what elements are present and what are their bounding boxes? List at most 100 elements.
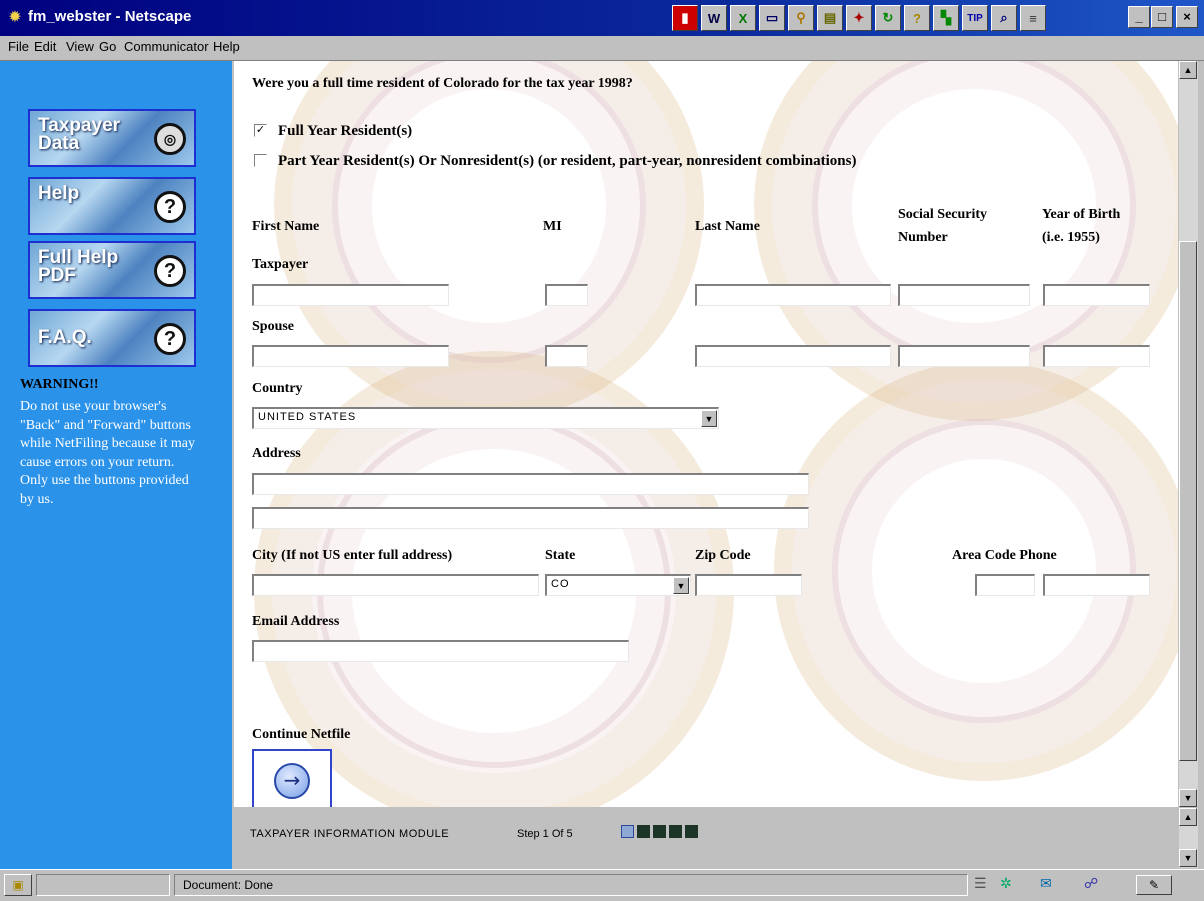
excel-icon[interactable]: X — [730, 5, 756, 31]
address-line1-input[interactable] — [252, 473, 809, 495]
content-scrollbar[interactable]: ▲ ▼ — [1179, 61, 1198, 807]
offline-icon[interactable]: ☰ — [974, 876, 987, 893]
taxpayer-ssn-input[interactable] — [898, 284, 1030, 306]
disc-icon: ◎ — [154, 123, 186, 155]
spouse-last-name-input[interactable] — [695, 345, 891, 367]
city-label: City (If not US enter full address) — [252, 548, 453, 563]
warning-text: Do not use your browser's "Back" and "Fo… — [20, 399, 195, 507]
notepad-icon[interactable]: ≡ — [1020, 5, 1046, 31]
ssn-header-line1: Social Security — [898, 207, 988, 222]
full-year-label: Full Year Resident(s) — [278, 123, 413, 139]
watermark-seal — [774, 361, 1178, 781]
yob-header-line1: Year of Birth — [1042, 207, 1121, 222]
spouse-yob-input[interactable] — [1043, 345, 1150, 367]
spouse-first-name-input[interactable] — [252, 345, 449, 367]
phone-input[interactable] — [1043, 574, 1150, 596]
mail-icon[interactable]: ✉ — [1040, 876, 1052, 893]
title-bar: ✹ fm_webster - Netscape ▮ W X ▭ ⚲ ▤ ✦ ↻ … — [0, 0, 1204, 36]
status-text: Document: Done — [183, 878, 274, 892]
spouse-mi-input[interactable] — [545, 345, 588, 367]
part-year-checkbox[interactable] — [254, 154, 267, 167]
area-code-input[interactable] — [975, 574, 1035, 596]
menu-go[interactable]: Go — [99, 39, 116, 54]
arrow-right-icon: → — [274, 763, 310, 799]
menu-communicator[interactable]: Communicator — [124, 39, 209, 54]
continue-button[interactable]: → — [252, 749, 332, 807]
tip-icon[interactable]: TIP — [962, 5, 988, 31]
question-icon: ? — [154, 191, 186, 223]
scroll-up-button[interactable]: ▲ — [1179, 808, 1197, 826]
colorful-icon[interactable]: ✦ — [846, 5, 872, 31]
window-title: fm_webster - Netscape — [28, 8, 192, 25]
continue-label: Continue Netfile — [252, 727, 351, 742]
step-text: Step 1 Of 5 — [517, 828, 573, 840]
security-lock-icon[interactable]: ▣ — [4, 874, 32, 896]
help-bulb-icon[interactable]: ? — [904, 5, 930, 31]
progress-meter — [36, 874, 170, 896]
magnifier-icon[interactable]: ⚲ — [788, 5, 814, 31]
taxpayer-data-label: Taxpayer Data — [38, 115, 121, 154]
address-line2-input[interactable] — [252, 507, 809, 529]
frame-scrollbar[interactable]: ▲ ▼ — [1179, 808, 1198, 868]
main-content: Were you a full time resident of Colorad… — [234, 61, 1178, 807]
question-icon: ? — [154, 255, 186, 287]
country-label: Country — [252, 381, 303, 396]
help-button[interactable]: Help ? — [28, 177, 196, 235]
state-value: CO — [551, 578, 570, 590]
netscape-n-icon[interactable]: ▮ — [672, 5, 698, 31]
navigator-icon[interactable]: ✲ — [1000, 876, 1012, 893]
help-label: Help — [38, 183, 80, 204]
taxpayer-mi-input[interactable] — [545, 284, 588, 306]
menu-bar: File Edit View Go Communicator Help — [0, 36, 1204, 61]
scroll-thumb[interactable] — [1179, 241, 1197, 761]
phone-label: Area Code Phone — [952, 548, 1057, 563]
part-year-label: Part Year Resident(s) Or Nonresident(s) … — [278, 153, 857, 169]
full-help-pdf-button[interactable]: Full Help PDF ? — [28, 241, 196, 299]
zip-input[interactable] — [695, 574, 802, 596]
country-select[interactable]: UNITED STATES ▼ — [252, 407, 719, 429]
taxpayer-yob-input[interactable] — [1043, 284, 1150, 306]
menu-edit[interactable]: Edit — [34, 39, 56, 54]
menu-file[interactable]: File — [8, 39, 29, 54]
menu-help[interactable]: Help — [213, 39, 240, 54]
email-input[interactable] — [252, 640, 629, 662]
discussion-icon[interactable]: ☍ — [1084, 876, 1098, 893]
chevron-down-icon[interactable]: ▼ — [701, 410, 717, 427]
warning-title: WARNING!! — [20, 377, 99, 392]
menu-view[interactable]: View — [66, 39, 94, 54]
chevron-down-icon[interactable]: ▼ — [673, 577, 689, 594]
last-name-header: Last Name — [695, 219, 760, 234]
maximize-button[interactable]: □ — [1151, 6, 1173, 28]
step-progress — [621, 825, 698, 838]
composer-icon[interactable]: ✎ — [1136, 875, 1172, 895]
city-input[interactable] — [252, 574, 539, 596]
close-button[interactable]: × — [1176, 6, 1198, 28]
faq-button[interactable]: F.A.Q. ? — [28, 309, 196, 367]
state-select[interactable]: CO ▼ — [545, 574, 691, 596]
mi-header: MI — [543, 219, 562, 234]
spouse-ssn-input[interactable] — [898, 345, 1030, 367]
full-help-pdf-label: Full Help PDF — [38, 247, 119, 286]
search-icon[interactable]: ⌕ — [991, 5, 1017, 31]
scroll-up-button[interactable]: ▲ — [1179, 61, 1197, 79]
stack-icon[interactable]: ▤ — [817, 5, 843, 31]
yob-header-line2: (i.e. 1955) — [1042, 230, 1100, 245]
wp-icon[interactable]: W — [701, 5, 727, 31]
minimize-button[interactable]: _ — [1128, 6, 1150, 28]
scroll-down-button[interactable]: ▼ — [1179, 849, 1197, 867]
green-icon[interactable]: ▚ — [933, 5, 959, 31]
full-year-checkbox[interactable]: ✓ — [254, 124, 267, 137]
taxpayer-data-button[interactable]: Taxpayer Data ◎ — [28, 109, 196, 167]
taxpayer-first-name-input[interactable] — [252, 284, 449, 306]
netscape-app-icon[interactable]: ✹ — [6, 9, 24, 27]
step-indicator — [653, 825, 666, 838]
first-name-header: First Name — [252, 219, 320, 234]
taxpayer-last-name-input[interactable] — [695, 284, 891, 306]
explorer-icon[interactable]: ▭ — [759, 5, 785, 31]
taxpayer-label: Taxpayer — [252, 257, 309, 272]
step-indicator — [637, 825, 650, 838]
scroll-down-button[interactable]: ▼ — [1179, 789, 1197, 807]
progress-frame: TAXPAYER INFORMATION MODULE Step 1 Of 5 — [234, 808, 1178, 868]
refresh-icon[interactable]: ↻ — [875, 5, 901, 31]
zip-label: Zip Code — [695, 548, 751, 563]
